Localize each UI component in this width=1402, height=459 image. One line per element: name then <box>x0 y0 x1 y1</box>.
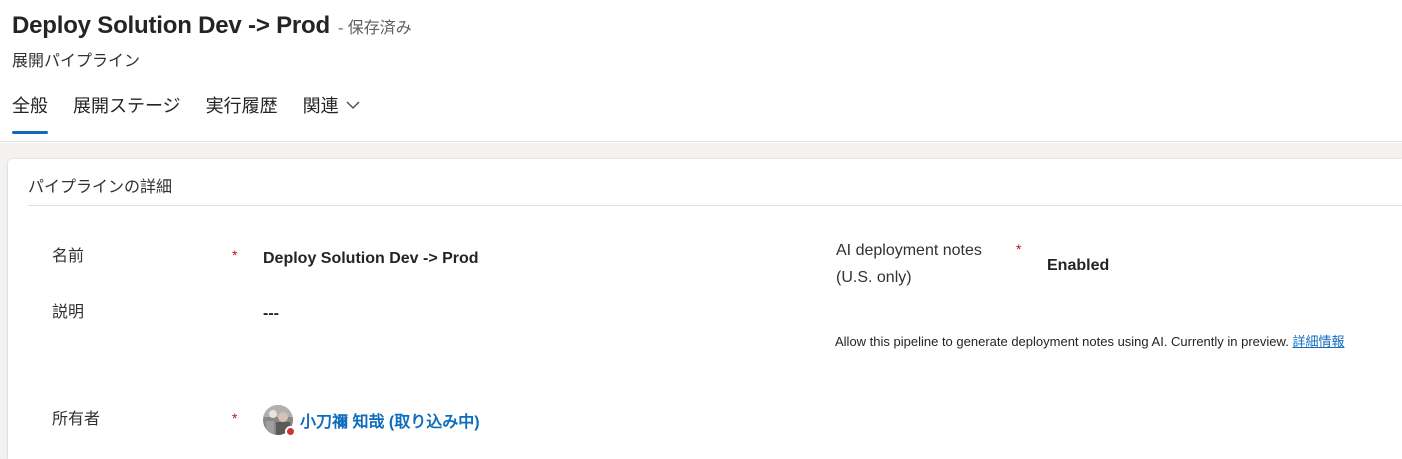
tab-run-history[interactable]: 実行履歴 <box>206 92 278 134</box>
avatar <box>263 405 296 437</box>
ai-notes-help-description: Allow this pipeline to generate deployme… <box>835 334 1293 349</box>
owner-lookup[interactable]: 小刀禰 知哉 (取り込み中) <box>263 405 480 437</box>
chevron-down-icon <box>345 92 361 116</box>
ai-notes-label: AI deployment notes (U.S. only) <box>836 237 982 291</box>
title-row: Deploy Solution Dev -> Prod - 保存済み <box>12 12 412 40</box>
tab-deployment-stages[interactable]: 展開ステージ <box>73 92 181 134</box>
description-label: 説明 <box>52 304 85 321</box>
ai-notes-label-line1: AI deployment notes <box>836 242 982 259</box>
page-title: Deploy Solution Dev -> Prod <box>12 12 330 39</box>
ai-notes-label-line2: (U.S. only) <box>836 269 912 286</box>
tab-related-label: 関連 <box>302 96 339 116</box>
tab-list: 全般 展開ステージ 実行履歴 関連 <box>12 92 386 134</box>
tab-related[interactable]: 関連 <box>303 92 361 134</box>
name-label: 名前 <box>52 248 85 265</box>
pipeline-details-section: パイプラインの詳細 名前 * Deploy Solution Dev -> Pr… <box>8 159 1402 459</box>
record-header: Deploy Solution Dev -> Prod - 保存済み 展開パイプ… <box>0 0 1402 142</box>
tab-general[interactable]: 全般 <box>12 92 48 134</box>
save-status: - 保存済み <box>337 20 412 37</box>
ai-notes-required-mark: * <box>1016 241 1022 257</box>
ai-notes-field[interactable]: Enabled <box>1047 257 1109 275</box>
tab-deployment-stages-label: 展開ステージ <box>73 96 181 116</box>
name-required-mark: * <box>232 247 238 263</box>
tab-run-history-label: 実行履歴 <box>205 96 278 116</box>
presence-busy-icon <box>285 426 296 437</box>
section-divider <box>28 205 1402 206</box>
section-title: パイプラインの詳細 <box>28 179 173 196</box>
entity-type-label: 展開パイプライン <box>12 53 141 70</box>
owner-name-link[interactable]: 小刀禰 知哉 (取り込み中) <box>300 408 480 432</box>
tab-general-label: 全般 <box>12 96 48 116</box>
description-field[interactable]: --- <box>263 305 279 323</box>
name-field[interactable]: Deploy Solution Dev -> Prod <box>263 250 479 268</box>
learn-more-link[interactable]: 詳細情報 <box>1292 334 1344 349</box>
form-canvas: パイプラインの詳細 名前 * Deploy Solution Dev -> Pr… <box>0 143 1402 459</box>
owner-label: 所有者 <box>52 411 101 428</box>
ai-notes-help-text: Allow this pipeline to generate deployme… <box>835 331 1344 350</box>
owner-required-mark: * <box>232 410 238 426</box>
